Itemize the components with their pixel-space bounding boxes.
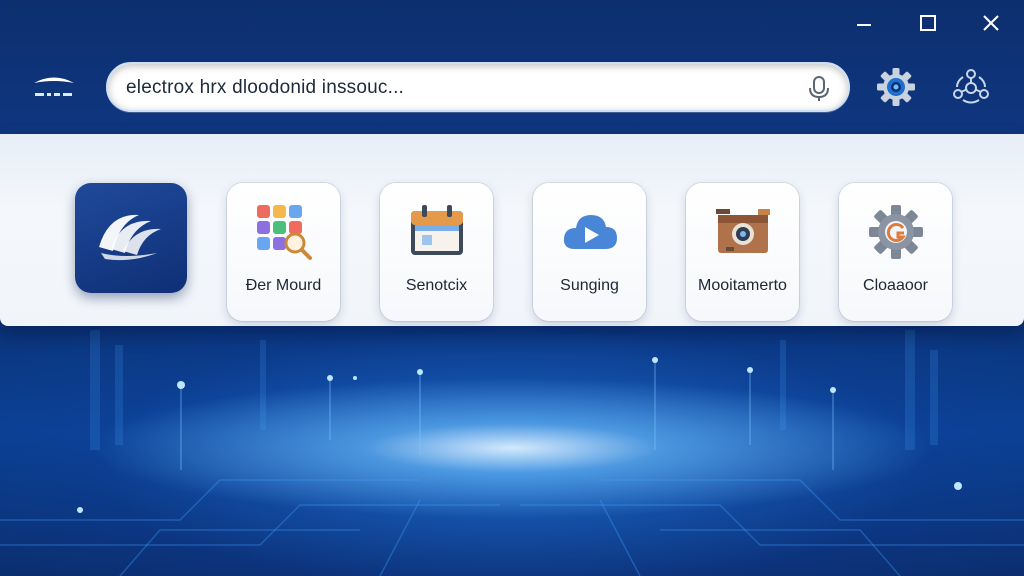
app-label: Sunging <box>560 277 619 294</box>
app-tile-cloaaoor[interactable]: Cloaaoor <box>839 183 952 321</box>
featured-app-tile[interactable] <box>75 183 187 293</box>
gear-icon[interactable] <box>876 67 916 107</box>
close-button[interactable] <box>978 10 1004 36</box>
search-input[interactable]: electrox hrx dloodonid inssouc... <box>126 77 404 99</box>
calendar-icon <box>411 205 463 255</box>
title-bar: electrox hrx dloodonid inssouc... <box>0 0 1024 134</box>
camera-box-icon <box>716 209 770 253</box>
wing-logo-icon[interactable] <box>32 74 76 100</box>
network-nodes-icon[interactable] <box>951 67 991 107</box>
app-label: Mooitamerto <box>698 277 787 294</box>
maximize-icon <box>920 15 936 31</box>
app-tile-sunging[interactable]: Sunging <box>533 183 646 321</box>
search-bar[interactable]: electrox hrx dloodonid inssouc... <box>106 62 850 112</box>
microphone-icon[interactable] <box>808 76 830 102</box>
feather-wing-icon <box>99 214 161 261</box>
settings-gear-icon <box>869 205 923 259</box>
app-label: Senotcix <box>405 277 468 294</box>
maximize-button[interactable] <box>915 10 941 36</box>
cloud-play-icon <box>563 215 617 249</box>
app-label: Cloaaoor <box>863 277 928 294</box>
grid-search-icon <box>257 205 312 260</box>
minimize-button[interactable] <box>851 10 877 36</box>
minimize-icon <box>857 24 871 26</box>
app-tile-senotcix[interactable]: Senotcix <box>380 183 493 321</box>
app-label: Ðer Mourd <box>245 277 322 294</box>
app-tile-der-mourd[interactable]: Ðer Mourd <box>227 183 340 321</box>
app-tile-mooitamerto[interactable]: Mooitamerto <box>686 183 799 321</box>
close-icon <box>983 15 999 31</box>
